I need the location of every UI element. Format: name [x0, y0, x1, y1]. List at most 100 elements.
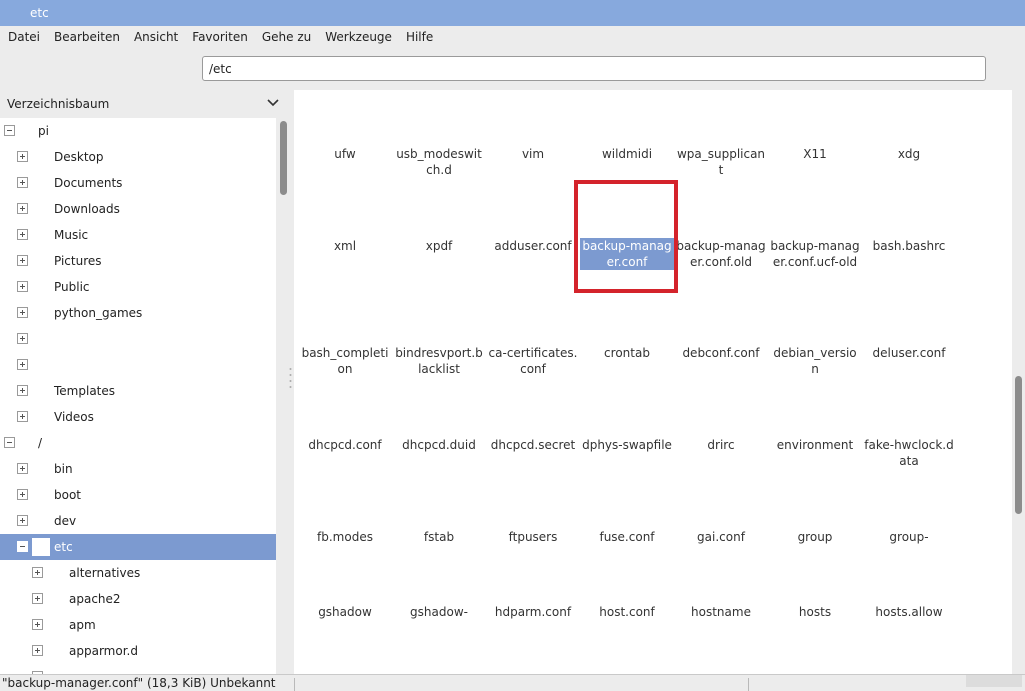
tree-item-apache2[interactable]: apache2 — [0, 586, 276, 612]
menu-datei[interactable]: Datei — [8, 30, 40, 44]
tree-item-public[interactable]: Public — [0, 274, 276, 300]
file-item[interactable]: crontab — [580, 345, 674, 361]
file-item[interactable]: wpa_supplicant — [674, 146, 768, 178]
menu-favoriten[interactable]: Favoriten — [192, 30, 248, 44]
expand-icon[interactable] — [17, 359, 28, 370]
menu-hilfe[interactable]: Hilfe — [406, 30, 433, 44]
path-input[interactable] — [202, 56, 986, 81]
file-item[interactable]: bash.bashrc — [862, 238, 956, 254]
file-item[interactable]: hdparm.conf — [486, 604, 580, 620]
expand-icon[interactable] — [17, 411, 28, 422]
file-item[interactable]: fuse.conf — [580, 529, 674, 545]
tree-item-pi[interactable]: pi — [0, 118, 276, 144]
tree-item-bin[interactable]: bin — [0, 456, 276, 482]
tree-item-unnamed[interactable] — [0, 326, 276, 352]
file-item[interactable]: X11 — [768, 146, 862, 162]
file-item[interactable]: adduser.conf — [486, 238, 580, 254]
menu-bearbeiten[interactable]: Bearbeiten — [54, 30, 120, 44]
expand-icon[interactable] — [32, 645, 43, 656]
tree-item--[interactable]: / — [0, 430, 276, 456]
expand-icon[interactable] — [17, 463, 28, 474]
file-item[interactable]: xml — [298, 238, 392, 254]
expand-icon[interactable] — [17, 515, 28, 526]
tree-scrollbar-thumb[interactable] — [280, 121, 287, 195]
file-item[interactable]: drirc — [674, 437, 768, 453]
tree-item-pictures[interactable]: Pictures — [0, 248, 276, 274]
tree-scrollbar[interactable] — [276, 118, 292, 674]
tree-item-apparmor-d[interactable]: apparmor.d — [0, 638, 276, 664]
expand-icon[interactable] — [32, 593, 43, 604]
file-item[interactable]: bash_completion — [298, 345, 392, 377]
file-item[interactable]: hosts — [768, 604, 862, 620]
expand-icon[interactable] — [17, 229, 28, 240]
file-item[interactable]: bindresvport.blacklist — [392, 345, 486, 377]
expand-icon[interactable] — [17, 385, 28, 396]
tree-item-documents[interactable]: Documents — [0, 170, 276, 196]
file-item[interactable]: debconf.conf — [674, 345, 768, 361]
file-item[interactable]: fstab — [392, 529, 486, 545]
expand-icon[interactable] — [17, 151, 28, 162]
collapse-icon[interactable] — [17, 541, 28, 552]
directory-tree[interactable]: pi Desktop Documents Downloads Music Pictures… — [0, 118, 276, 674]
expand-icon[interactable] — [17, 281, 28, 292]
file-item[interactable]: hosts.allow — [862, 604, 956, 620]
expand-icon[interactable] — [17, 307, 28, 318]
tree-item-videos[interactable]: Videos — [0, 404, 276, 430]
file-item[interactable]: ca-certificates.conf — [486, 345, 580, 377]
tree-item-etc[interactable]: etc — [0, 534, 276, 560]
sidebar-mode-select[interactable]: Verzeichnisbaum — [0, 90, 292, 118]
file-item[interactable]: ftpusers — [486, 529, 580, 545]
tree-item-unnamed[interactable] — [0, 664, 276, 674]
tree-item-apm[interactable]: apm — [0, 612, 276, 638]
menu-ansicht[interactable]: Ansicht — [134, 30, 178, 44]
pane-splitter-grip[interactable] — [289, 366, 292, 392]
file-item[interactable]: gshadow- — [392, 604, 486, 620]
collapse-icon[interactable] — [4, 125, 15, 136]
expand-icon[interactable] — [17, 203, 28, 214]
file-view-scrollbar-thumb[interactable] — [1015, 376, 1022, 514]
expand-icon[interactable] — [17, 333, 28, 344]
file-item[interactable]: gai.conf — [674, 529, 768, 545]
tree-item-dev[interactable]: dev — [0, 508, 276, 534]
expand-icon[interactable] — [17, 255, 28, 266]
collapse-icon[interactable] — [4, 437, 15, 448]
tree-item-alternatives[interactable]: alternatives — [0, 560, 276, 586]
file-item[interactable]: xdg — [862, 146, 956, 162]
file-item[interactable]: backup-manager.conf.ucf-old — [768, 238, 862, 270]
expand-icon[interactable] — [17, 489, 28, 500]
file-item[interactable]: dphys-swapfile — [580, 437, 674, 453]
expand-icon[interactable] — [17, 177, 28, 188]
file-item[interactable]: gshadow — [298, 604, 392, 620]
file-item[interactable]: group — [768, 529, 862, 545]
file-item[interactable]: dhcpcd.duid — [392, 437, 486, 453]
tree-item-downloads[interactable]: Downloads — [0, 196, 276, 222]
file-item[interactable]: hostname — [674, 604, 768, 620]
tree-item-unnamed[interactable] — [0, 352, 276, 378]
file-item[interactable]: environment — [768, 437, 862, 453]
tree-item-desktop[interactable]: Desktop — [0, 144, 276, 170]
file-item[interactable]: fake-hwclock.data — [862, 437, 956, 469]
tree-item-templates[interactable]: Templates — [0, 378, 276, 404]
tree-item-music[interactable]: Music — [0, 222, 276, 248]
tree-item-python-games[interactable]: python_games — [0, 300, 276, 326]
file-item[interactable]: ufw — [298, 146, 392, 162]
file-item[interactable]: usb_modeswitch.d — [392, 146, 486, 178]
file-item[interactable]: deluser.conf — [862, 345, 956, 361]
file-item[interactable]: dhcpcd.secret — [486, 437, 580, 453]
file-item[interactable]: group- — [862, 529, 956, 545]
file-item[interactable]: xpdf — [392, 238, 486, 254]
file-item[interactable]: backup-manager.conf — [580, 238, 674, 270]
file-item[interactable]: backup-manager.conf.old — [674, 238, 768, 270]
expand-icon[interactable] — [32, 619, 43, 630]
file-icon-view[interactable]: ufw usb_modeswitch.d vim wildmidi wpa_suppli… — [294, 90, 1012, 674]
file-item[interactable]: debian_version — [768, 345, 862, 377]
file-item[interactable]: wildmidi — [580, 146, 674, 162]
file-item[interactable]: host.conf — [580, 604, 674, 620]
expand-icon[interactable] — [32, 567, 43, 578]
tree-item-boot[interactable]: boot — [0, 482, 276, 508]
file-item[interactable]: vim — [486, 146, 580, 162]
menu-werkzeuge[interactable]: Werkzeuge — [325, 30, 392, 44]
file-item[interactable]: fb.modes — [298, 529, 392, 545]
menu-gehe-zu[interactable]: Gehe zu — [262, 30, 311, 44]
file-item[interactable]: dhcpcd.conf — [298, 437, 392, 453]
